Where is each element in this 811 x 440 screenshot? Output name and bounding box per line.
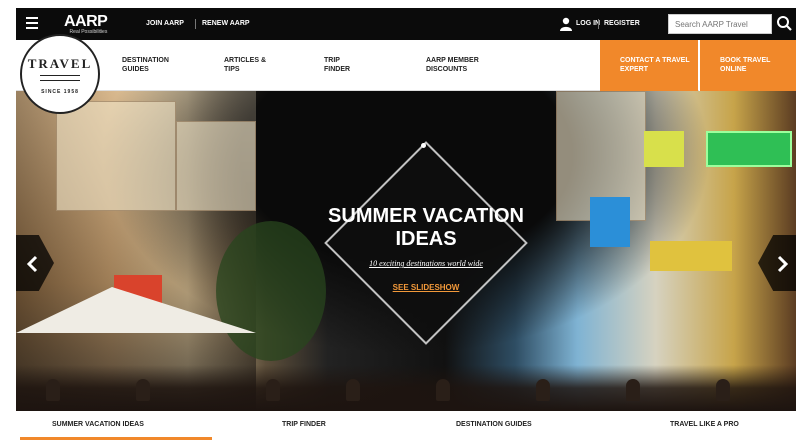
- tab-travel-like-a-pro[interactable]: TRAVEL LIKE A PRO: [670, 421, 739, 428]
- nav-item-trip-finder[interactable]: TRIP FINDER: [324, 56, 364, 74]
- tab-summer-vacation-ideas[interactable]: SUMMER VACATION IDEAS: [52, 421, 144, 428]
- tab-destination-guides[interactable]: DESTINATION GUIDES: [456, 421, 532, 428]
- hero-photo-person: [46, 379, 60, 401]
- hero-subtitle: 10 exciting destinations world wide: [369, 259, 483, 268]
- badge-rule: [40, 75, 80, 81]
- aarp-logo[interactable]: AARP Real Possibilities: [64, 13, 108, 35]
- search-input[interactable]: [668, 14, 772, 34]
- hero-photo-person: [266, 379, 280, 401]
- main-nav: TRAVEL SINCE 1958 DESTINATION GUIDES ART…: [16, 34, 796, 114]
- hero-photo-neon-sign: [706, 131, 792, 167]
- hero-photo-person: [136, 379, 150, 401]
- hero-photo-person: [626, 379, 640, 401]
- see-slideshow-link[interactable]: SEE SLIDESHOW: [306, 283, 546, 292]
- chevron-left-icon: [26, 255, 38, 273]
- hero-photo-building: [176, 121, 256, 211]
- hero-photo-neon-sign: [650, 241, 732, 271]
- book-travel-online-button[interactable]: BOOK TRAVEL ONLINE: [699, 40, 796, 91]
- badge-subtitle: SINCE 1958: [41, 89, 79, 95]
- nav-item-destination-guides[interactable]: DESTINATION GUIDES: [122, 56, 192, 74]
- search-icon[interactable]: [776, 15, 792, 33]
- hero-photo-neon-sign: [590, 197, 630, 247]
- badge-title: TRAVEL: [27, 56, 93, 71]
- hero-photo-neon-sign: [644, 131, 684, 167]
- hero-photo-person: [436, 379, 450, 401]
- join-aarp-link[interactable]: JOIN AARP: [146, 20, 184, 27]
- hero-photo-crowd: [16, 365, 796, 411]
- menu-icon[interactable]: [26, 17, 38, 29]
- hero-diamond-panel: SUMMER VACATION IDEAS 10 exciting destin…: [306, 123, 546, 363]
- logo-text: AARP: [64, 13, 108, 30]
- nav-item-member-discounts[interactable]: AARP MEMBER DISCOUNTS: [426, 56, 486, 74]
- hero-slideshow[interactable]: SUMMER VACATION IDEAS 10 exciting destin…: [16, 91, 796, 411]
- login-divider: [598, 19, 599, 29]
- top-divider: [195, 19, 196, 29]
- diamond-dot: [421, 143, 426, 148]
- login-link[interactable]: LOG IN: [576, 20, 600, 27]
- hero-photo-person: [346, 379, 360, 401]
- user-icon[interactable]: [560, 17, 572, 31]
- travel-badge-logo[interactable]: TRAVEL SINCE 1958: [20, 34, 100, 114]
- hero-photo-person: [716, 379, 730, 401]
- hero-photo-building: [56, 101, 176, 211]
- logo-tagline: Real Possibilities: [69, 29, 108, 35]
- tab-trip-finder[interactable]: TRIP FINDER: [282, 421, 326, 428]
- contact-travel-expert-button[interactable]: CONTACT A TRAVEL EXPERT: [600, 40, 698, 91]
- slide-tabs: SUMMER VACATION IDEAS TRIP FINDER DESTIN…: [16, 411, 796, 440]
- hero-photo-person: [536, 379, 550, 401]
- top-bar: AARP Real Possibilities JOIN AARP RENEW …: [16, 8, 796, 40]
- renew-aarp-link[interactable]: RENEW AARP: [202, 20, 250, 27]
- nav-item-articles-tips[interactable]: ARTICLES & TIPS: [224, 56, 280, 74]
- register-link[interactable]: REGISTER: [604, 20, 640, 27]
- hero-title: SUMMER VACATION IDEAS: [328, 205, 524, 250]
- chevron-right-icon: [777, 255, 789, 273]
